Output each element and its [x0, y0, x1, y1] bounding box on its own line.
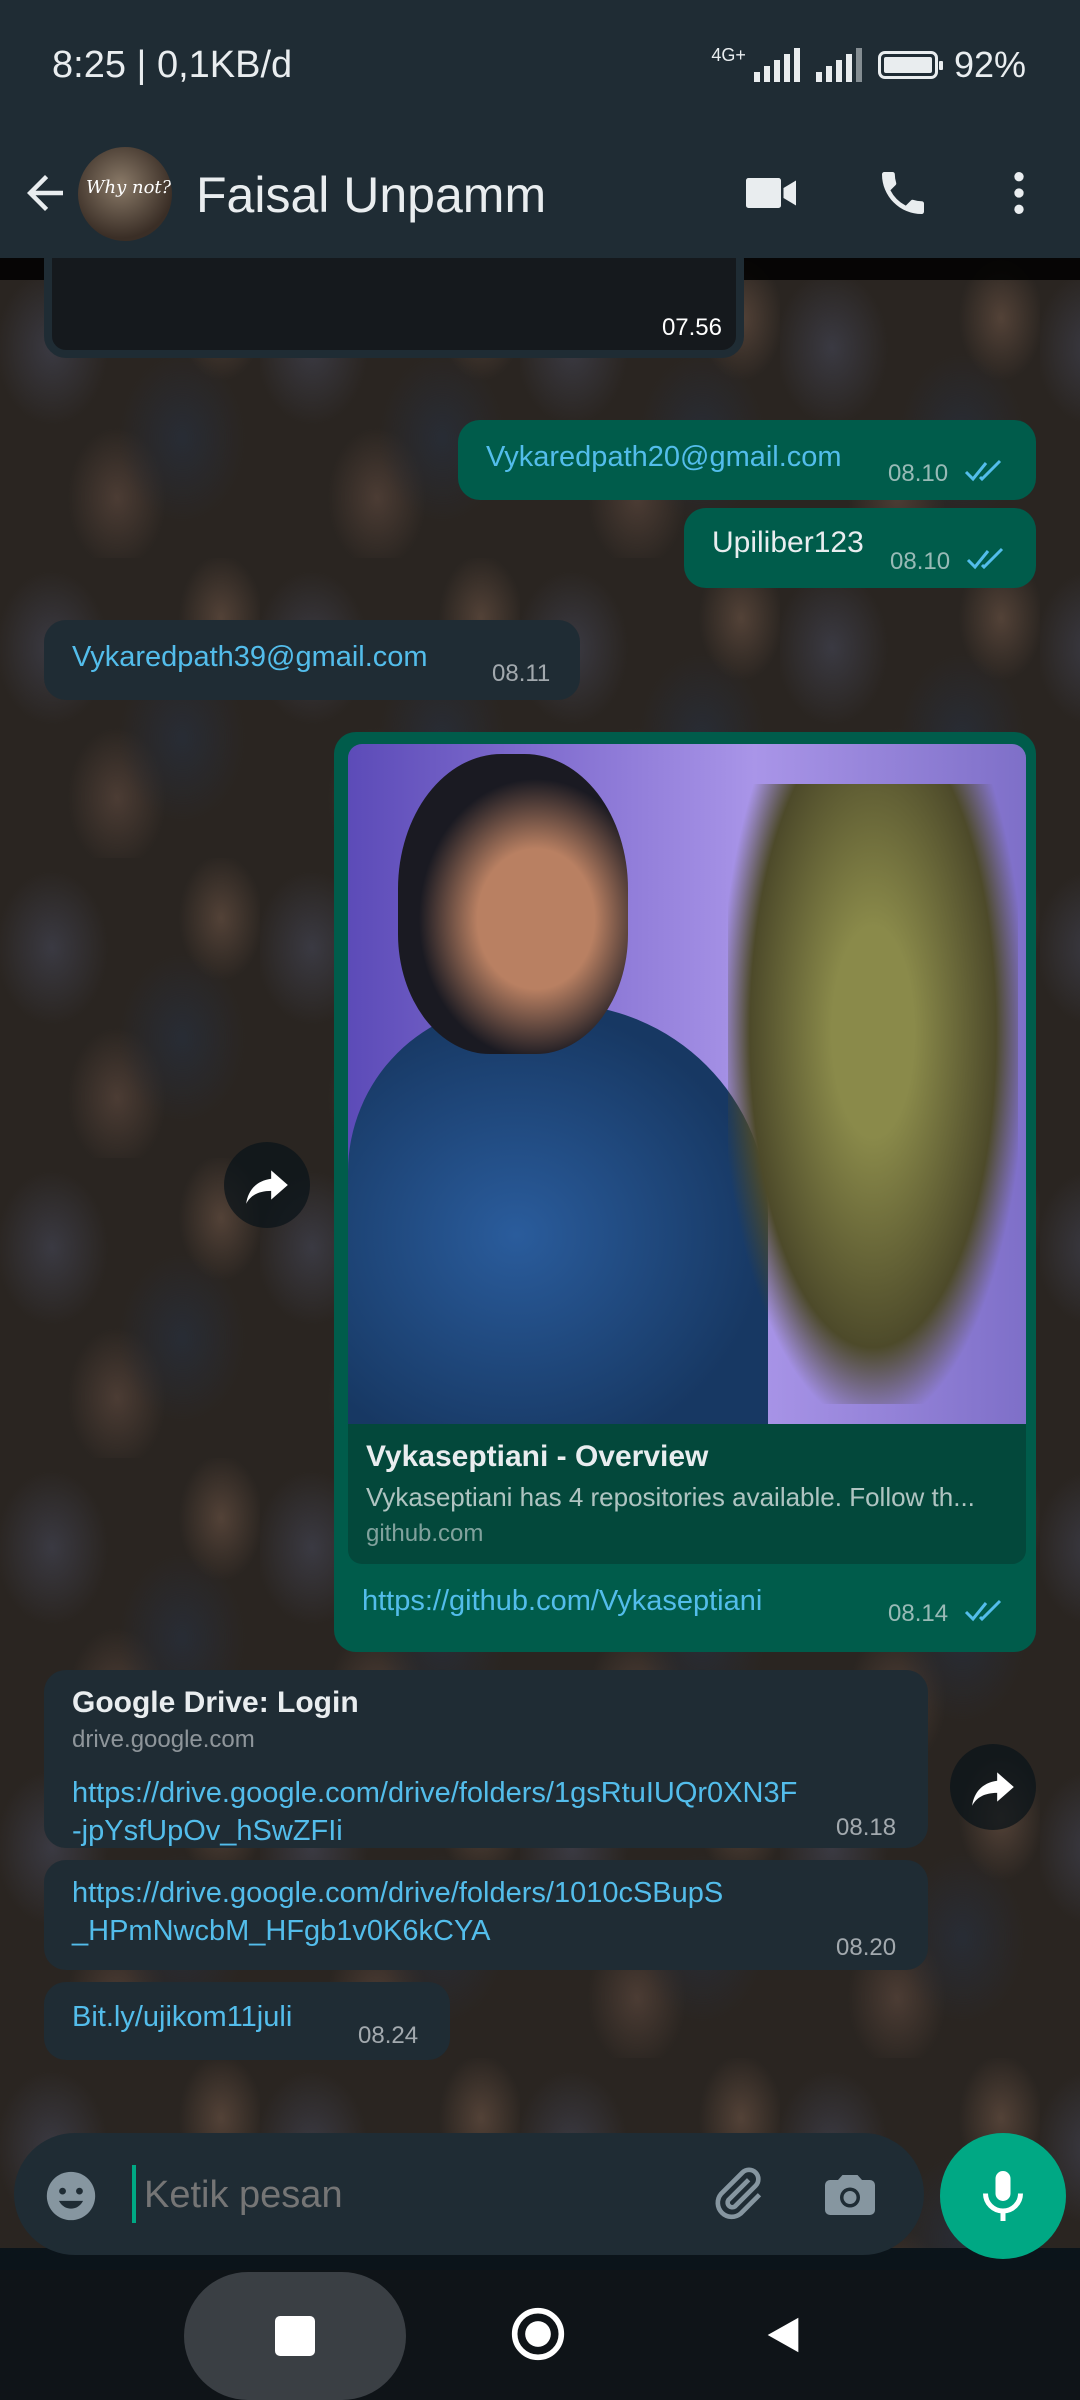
message-outgoing[interactable]: Upiliber123 08.10 [684, 508, 1036, 588]
link-line-1: https://drive.google.com/drive/folders/1… [72, 1777, 798, 1809]
battery-icon [877, 51, 943, 79]
circle-icon[interactable] [510, 2306, 566, 2362]
message-incoming[interactable]: Bit.ly/ujikom11juli 08.24 [44, 1982, 450, 2060]
status-indicators: 4G+ 92% [711, 44, 1026, 86]
chat-area[interactable]: 07.56 Vykaredpath20@gmail.com 08.10 Upil… [0, 258, 1080, 2248]
preview-domain: github.com [366, 1520, 484, 1547]
link-line-2: _HPmNwcbM_HFgb1v0K6kCYA [72, 1915, 491, 1947]
message-composer [14, 2133, 924, 2255]
read-ticks-icon [966, 547, 1004, 570]
message-time: 08.24 [358, 2022, 419, 2049]
message-link[interactable]: Vykaredpath39@gmail.com [72, 638, 428, 676]
signal-icon-2 [815, 48, 862, 82]
contact-name[interactable]: Faisal Unpamm [196, 150, 546, 240]
preview-image[interactable] [348, 744, 1026, 1424]
avatar-text: Why not? [86, 177, 172, 198]
mic-icon [983, 2171, 1023, 2221]
signal-icon [753, 48, 800, 82]
system-nav-bar [0, 2270, 1080, 2400]
image-head-shape [398, 754, 628, 1054]
message-link[interactable]: https://github.com/Vykaseptiani [362, 1582, 762, 1620]
forward-icon[interactable] [950, 1744, 1036, 1830]
message-incoming[interactable]: Vykaredpath39@gmail.com 08.11 [44, 620, 580, 700]
message-link[interactable]: https://drive.google.com/drive/folders/1… [72, 1774, 797, 1850]
preview-description: Vykaseptiani has 4 repositories availabl… [366, 1482, 975, 1512]
message-outgoing[interactable]: Vykaredpath20@gmail.com 08.10 [458, 420, 1036, 500]
link-preview-card[interactable]: Vykaseptiani - Overview Vykaseptiani has… [348, 1424, 1026, 1564]
message-outgoing-link-preview[interactable]: Vykaseptiani - Overview Vykaseptiani has… [334, 732, 1036, 1652]
media-message[interactable]: 07.56 [44, 258, 744, 358]
message-link[interactable]: https://drive.google.com/drive/folders/1… [72, 1874, 723, 1950]
status-time: 8:25 | 0,1KB/d [52, 44, 293, 86]
message-time: 08.14 [888, 1600, 949, 1627]
message-incoming[interactable]: https://drive.google.com/drive/folders/1… [44, 1860, 928, 1970]
image-animal-shape [728, 784, 1018, 1404]
triangle-back-icon[interactable] [760, 2312, 806, 2358]
avatar[interactable]: Why not? [78, 147, 172, 241]
message-time: 08.10 [888, 460, 949, 487]
message-input[interactable] [142, 2163, 706, 2227]
camera-icon[interactable] [820, 2165, 880, 2230]
image-person-shape [348, 1004, 768, 1424]
paperclip-icon[interactable] [706, 2163, 768, 2230]
link-line-2: -jpYsfUpOv_hSwZFIi [72, 1815, 343, 1847]
link-line-1: https://drive.google.com/drive/folders/1… [72, 1877, 724, 1909]
message-time: 08.20 [836, 1934, 897, 1961]
emoji-icon[interactable] [42, 2167, 100, 2230]
message-time: 07.56 [661, 314, 722, 341]
message-incoming-link-preview[interactable]: Google Drive: Login drive.google.com htt… [44, 1670, 928, 1848]
message-time: 08.11 [492, 660, 551, 687]
battery-percent: 92% [953, 44, 1026, 85]
preview-title: Vykaseptiani - Overview [366, 1440, 709, 1473]
message-text: Upiliber123 [712, 526, 864, 559]
phone-icon[interactable] [870, 160, 936, 226]
arrow-left-icon[interactable] [18, 166, 72, 220]
preview-domain: drive.google.com [72, 1726, 255, 1753]
mic-button[interactable] [940, 2133, 1066, 2259]
video-call-icon[interactable] [738, 160, 804, 226]
square-icon[interactable] [184, 2272, 406, 2400]
chat-header: Why not? Faisal Unpamm [0, 130, 1080, 258]
message-time: 08.18 [836, 1814, 897, 1841]
read-ticks-icon [964, 1599, 1002, 1622]
status-bar: 8:25 | 0,1KB/d 4G+ 92% [0, 0, 1080, 130]
message-time: 08.10 [890, 548, 951, 575]
forward-icon[interactable] [224, 1142, 310, 1228]
text-cursor [132, 2165, 136, 2223]
network-type: 4G+ [711, 44, 746, 65]
more-vert-icon[interactable] [986, 160, 1052, 226]
message-link[interactable]: Vykaredpath20@gmail.com [486, 438, 842, 476]
read-ticks-icon [964, 459, 1002, 482]
message-link[interactable]: Bit.ly/ujikom11juli [72, 1998, 292, 2036]
preview-title: Google Drive: Login [72, 1686, 359, 1719]
